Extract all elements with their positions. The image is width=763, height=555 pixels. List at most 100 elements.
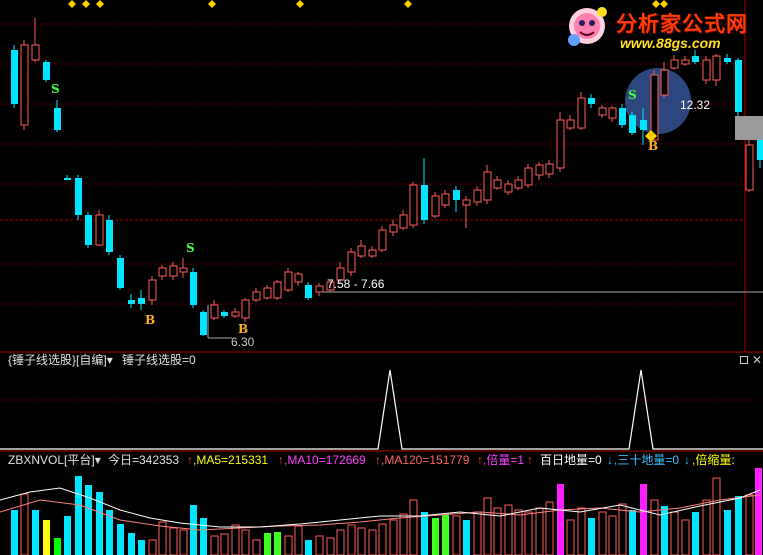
volume-bar (432, 518, 439, 555)
volume-bar (681, 519, 690, 555)
volume-bar (315, 535, 324, 555)
watermark-url: www.88gs.com (620, 35, 721, 51)
close-button[interactable]: ✕ (752, 354, 762, 366)
volume-indicator-name[interactable]: ZBXNVOL[平台]▾ (8, 453, 101, 467)
volume-ratio: ,倍量=1 (483, 453, 525, 467)
volume-header: ZBXNVOL[平台]▾ 今日=342353 ↑ ,MA5=215331 ↑ ,… (0, 453, 763, 468)
volume-bar (535, 507, 544, 555)
candle-body (483, 171, 492, 201)
price-label-range: 7.58 - 7.66 (327, 277, 385, 291)
buy-signal: B (238, 322, 249, 336)
candle-body (473, 189, 482, 203)
watermark-title: 分析家公式网 (616, 13, 748, 36)
candle-body (389, 224, 398, 233)
candle-body (252, 291, 261, 301)
volume-bar (179, 529, 188, 555)
volume-bar (629, 510, 636, 555)
volume-bar (241, 529, 250, 555)
candle-body (493, 179, 502, 189)
candle-body (95, 214, 104, 246)
volume-bar (755, 468, 762, 555)
volume-hundred-day-low: 百日地量=0 (540, 453, 602, 467)
volume-bar (347, 524, 356, 555)
candle-body (117, 258, 124, 288)
volume-bar (702, 499, 711, 555)
candle-body (148, 279, 157, 301)
volume-bar (117, 524, 124, 555)
volume-today: 今日=342353 (108, 453, 180, 467)
volume-bar (148, 539, 157, 555)
volume-bar (357, 527, 366, 555)
indicator-value: 锤子线选股=0 (122, 353, 196, 367)
volume-bar (588, 518, 595, 555)
volume-ma5: ,MA5=215331 (193, 453, 269, 467)
volume-bar (20, 493, 29, 555)
candle-body (368, 249, 377, 257)
indicator-line (0, 369, 763, 450)
candle-body (231, 311, 240, 317)
volume-bar (252, 539, 261, 555)
buy-signal: B (648, 139, 659, 153)
candle-body (284, 271, 293, 291)
volume-bar (421, 512, 428, 555)
volume-bar (724, 510, 731, 555)
candle-body (441, 193, 450, 206)
volume-bar (64, 516, 71, 555)
candle-body (169, 265, 178, 277)
candle-body (305, 285, 312, 298)
volume-bar (54, 538, 61, 555)
candle-body (660, 69, 669, 96)
volume-ma120: ,MA120=151779 (381, 453, 470, 467)
candle-body (566, 119, 575, 129)
sell-signal: S (628, 88, 637, 102)
up-arrow-icon: ↑ (527, 453, 533, 467)
candle-body (179, 267, 188, 273)
down-arrow-icon: ↓ (607, 453, 613, 467)
candle-body (241, 299, 250, 319)
candle-body (273, 281, 282, 299)
candle-body (190, 272, 197, 305)
volume-bar (210, 535, 219, 555)
price-axis-marker (735, 116, 763, 140)
stock-chart-window: 12.32 7.58 - 7.66 6.30 S S S B B B {锤子线选… (0, 0, 763, 555)
volume-bar (336, 529, 345, 555)
candle-body (20, 44, 29, 126)
signal-diamond (404, 0, 412, 8)
volume-bar (32, 510, 39, 555)
volume-bar (399, 513, 408, 555)
candle-body (712, 55, 721, 81)
volume-bar (618, 503, 627, 555)
candle-body (315, 285, 324, 293)
candle-body (545, 163, 554, 175)
maximize-button[interactable] (740, 356, 748, 364)
candle-body (504, 183, 513, 193)
volume-bar (378, 523, 387, 555)
indicator-name[interactable]: {锤子线选股}[自编]▾ (8, 353, 113, 367)
candle-body (629, 115, 636, 133)
candle-body (54, 108, 61, 130)
signal-diamond (208, 0, 216, 8)
candle-body (577, 97, 586, 129)
candle-body (745, 144, 754, 191)
volume-bar (200, 518, 207, 555)
signal-diamond (68, 0, 76, 8)
volume-bar (43, 520, 50, 555)
candle-body (75, 178, 82, 215)
volume-bar (670, 511, 679, 555)
candle-body (598, 107, 607, 116)
volume-shrink: ,倍缩量: (692, 453, 735, 467)
volume-bar (220, 533, 229, 555)
candle-body (263, 287, 272, 299)
volume-bar (566, 519, 575, 555)
candle-body (514, 179, 523, 189)
candle-body (128, 300, 135, 304)
volume-bar (326, 537, 335, 555)
volume-bar (138, 540, 145, 555)
volume-bar (452, 515, 461, 555)
candle-body (556, 119, 565, 169)
volume-bar (524, 511, 533, 555)
candle-body (535, 164, 544, 176)
volume-bar (692, 512, 699, 555)
volume-bar (75, 476, 82, 555)
volume-bar (545, 501, 554, 555)
